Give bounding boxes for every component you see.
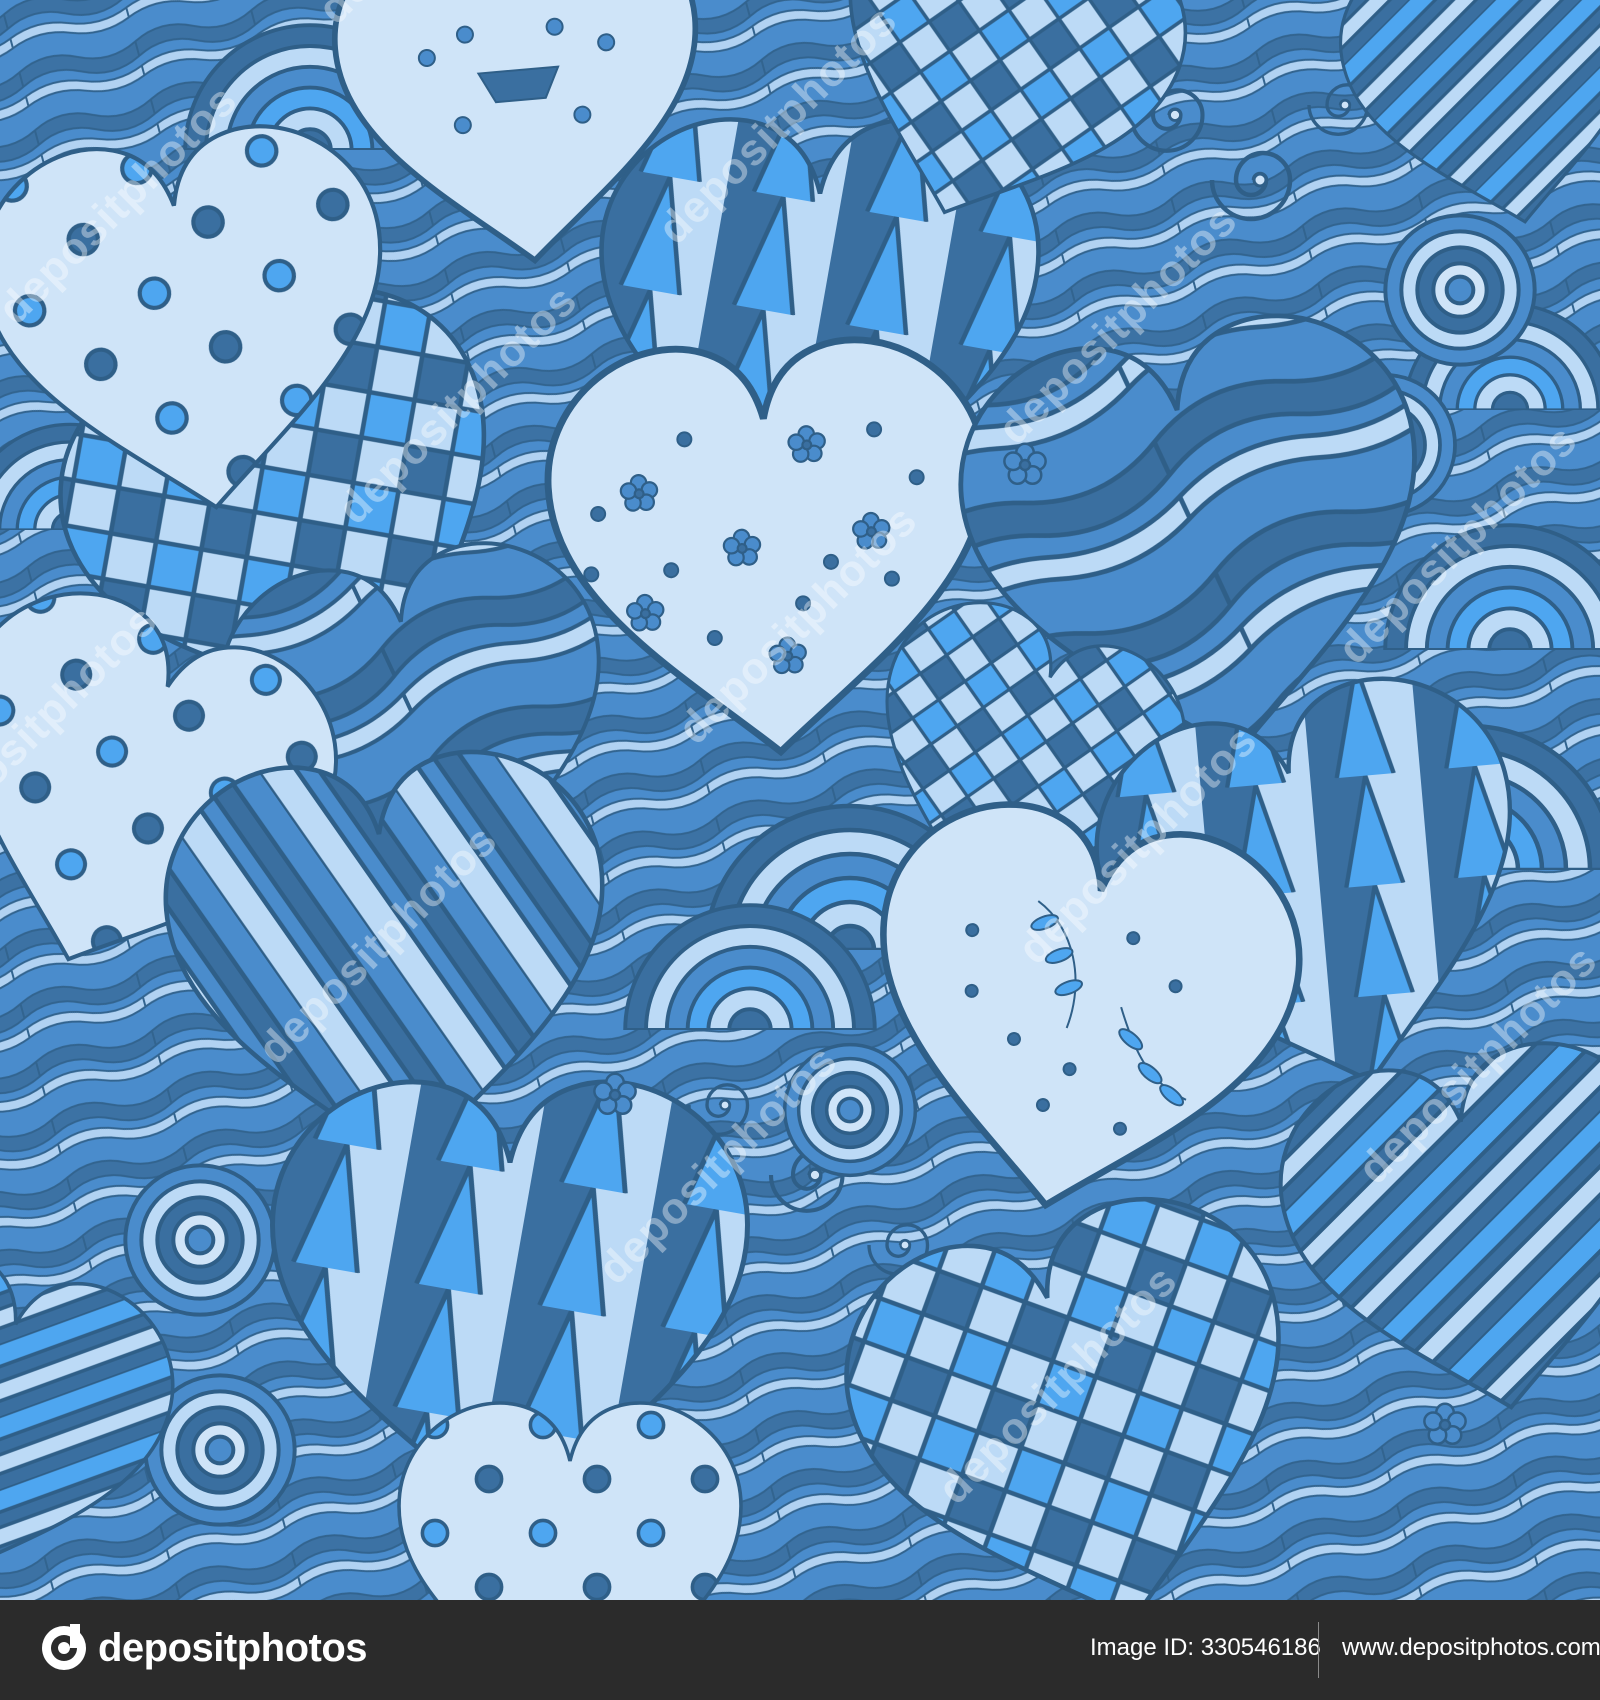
pattern-svg <box>0 0 1600 1600</box>
site-url-link[interactable]: www.depositphotos.com <box>1342 1634 1600 1662</box>
logo-text: depositphotos <box>98 1625 368 1670</box>
image-id: Image ID: 330546186 <box>1090 1634 1321 1661</box>
depositphotos-logo[interactable]: depositphotos <box>40 1624 368 1672</box>
stock-footer: depositphotos Image ID: 330546186 www.de… <box>0 1600 1600 1700</box>
pattern-artwork <box>0 0 1600 1600</box>
footer-divider <box>1318 1622 1319 1678</box>
logo-mark-icon <box>42 1624 86 1670</box>
